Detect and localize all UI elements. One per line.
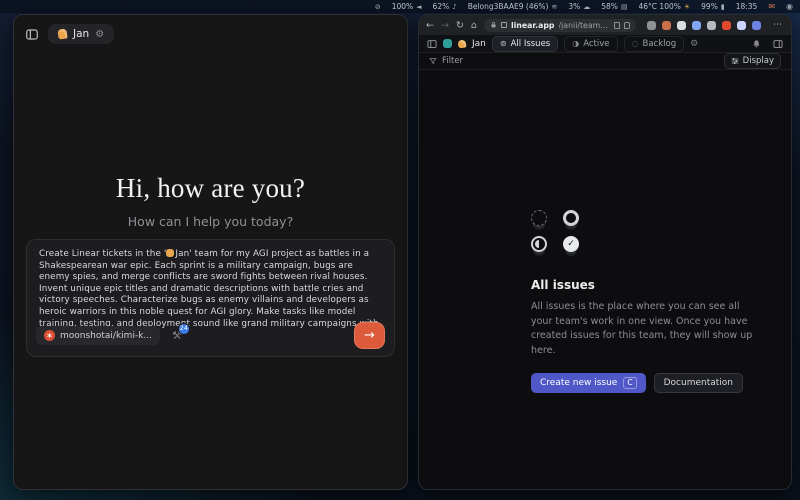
funnel-icon: [429, 57, 437, 65]
jan-app-window: Jan ⚙ Hi, how are you? How can I help yo…: [13, 14, 408, 490]
extension-icon[interactable]: [662, 21, 671, 30]
lock-icon: [490, 21, 497, 29]
display-button[interactable]: Display: [724, 53, 781, 69]
jan-header: Jan ⚙: [14, 15, 407, 53]
documentation-button[interactable]: Documentation: [654, 373, 743, 393]
linear-sidebar-toggle-icon[interactable]: [427, 39, 437, 49]
mic-icon: ♪: [452, 3, 456, 11]
sun-icon: ☀: [684, 3, 690, 11]
all-issues-icon: ⊚: [500, 39, 507, 48]
overflow-menu-icon[interactable]: ⋯: [773, 20, 782, 30]
model-selector[interactable]: ∗ moonshotai/kimi-k...: [36, 326, 160, 345]
moonshot-logo-icon: ∗: [44, 330, 55, 341]
extension-icon[interactable]: [737, 21, 746, 30]
mic-indicator[interactable]: 62%♪: [433, 2, 457, 11]
desktop: { "status_bar": { "items": [ { "label": …: [0, 0, 800, 500]
user-icon: ◉: [786, 2, 793, 11]
sliders-icon: [731, 57, 739, 65]
extension-icon[interactable]: [722, 21, 731, 30]
extension-icon[interactable]: [752, 21, 761, 30]
mail-icon: ✉: [768, 2, 775, 11]
memory-indicator[interactable]: 58%▤: [601, 2, 627, 11]
browser-toolbar: ← → ↻ ⌂ linear.app /janii/team/JANAPP/al…: [419, 15, 791, 35]
composer-toolbar: ∗ moonshotai/kimi-k... ⚒ 24 →: [36, 322, 385, 349]
list-icon: ▤: [621, 3, 628, 11]
tab-backlog[interactable]: ◌ Backlog: [624, 36, 685, 52]
greeting-subtitle: How can I help you today?: [14, 214, 407, 229]
greeting-title: Hi, how are you?: [14, 173, 407, 204]
extension-icon[interactable]: [677, 21, 686, 30]
dnd-icon: ⊘: [375, 3, 381, 11]
wave-emoji: [57, 28, 67, 39]
team-selector[interactable]: Jan ⚙: [48, 24, 114, 44]
status-in-progress-icon: [531, 236, 547, 252]
empty-state-title: All issues: [531, 278, 753, 292]
battery-indicator[interactable]: 99%▮: [701, 2, 725, 11]
reload-button[interactable]: ↻: [456, 20, 464, 31]
chat-icon[interactable]: [624, 22, 630, 29]
backlog-icon: ◌: [632, 39, 639, 48]
extensions-row: [647, 21, 761, 30]
site-settings-icon: [501, 22, 507, 28]
home-button[interactable]: ⌂: [471, 20, 477, 31]
clock[interactable]: 18:35: [736, 2, 758, 11]
status-backlog-icon: [531, 210, 547, 226]
wifi-icon: ≋: [551, 3, 557, 11]
tab-all-issues[interactable]: ⊚ All Issues: [492, 36, 558, 52]
empty-state-description: All issues is the place where you can se…: [531, 300, 753, 359]
extension-icon[interactable]: [692, 21, 701, 30]
extension-icon[interactable]: [707, 21, 716, 30]
user-tray-item[interactable]: ◉: [786, 2, 793, 11]
tab-active[interactable]: ◑ Active: [564, 36, 617, 52]
doc-icon[interactable]: [614, 22, 620, 29]
team-name: Jan: [73, 28, 89, 40]
cloud-indicator[interactable]: 3%☁: [568, 2, 590, 11]
mail-tray-item[interactable]: ✉: [768, 2, 775, 11]
chat-composer[interactable]: Create Linear tickets in the 'Jan' team …: [26, 239, 395, 357]
back-button[interactable]: ←: [426, 20, 434, 31]
tools-count-badge: 24: [178, 323, 190, 335]
system-tray: ⊘ 100%◄ 62%♪ Belong3BAAE9 (46%)≋ 3%☁ 58%…: [0, 0, 800, 13]
filter-button[interactable]: Filter: [429, 56, 463, 66]
empty-state-buttons: Create new issue C Documentation: [531, 373, 753, 393]
status-icons-grid: ✓: [531, 210, 753, 262]
active-icon: ◑: [572, 39, 579, 48]
filter-bar: Filter Display: [419, 53, 791, 70]
forward-button[interactable]: →: [441, 20, 449, 31]
temperature-indicator[interactable]: 46°C 100%☀: [639, 2, 691, 11]
empty-state: ✓ All issues All issues is the place whe…: [531, 210, 753, 393]
model-name: moonshotai/kimi-k...: [60, 331, 152, 341]
linear-content: ✓ All issues All issues is the place whe…: [419, 70, 791, 490]
right-panel-toggle-icon[interactable]: [773, 39, 783, 49]
cloud-icon: ☁: [583, 3, 590, 11]
url-host: linear.app: [511, 21, 555, 30]
greeting-block: Hi, how are you? How can I help you toda…: [14, 173, 407, 229]
volume-indicator[interactable]: 100%◄: [392, 2, 422, 11]
notifications-bell-icon[interactable]: [752, 39, 761, 49]
tools-button[interactable]: ⚒ 24: [172, 329, 182, 342]
linear-team-name[interactable]: Jan: [472, 39, 486, 49]
url-path: /janii/team/JANAPP/all: [559, 21, 610, 30]
status-todo-icon: [563, 210, 579, 226]
sidebar-toggle-icon[interactable]: [25, 28, 39, 41]
view-options-icon[interactable]: ⚙: [690, 39, 698, 49]
linear-header-right: [752, 39, 783, 49]
linear-header: Jan ⊚ All Issues ◑ Active ◌ Backlog ⚙: [419, 35, 791, 53]
wifi-indicator[interactable]: Belong3BAAE9 (46%)≋: [468, 2, 558, 11]
wave-emoji: [166, 249, 174, 257]
speaker-icon: ◄: [416, 3, 421, 11]
shortcut-badge: C: [623, 377, 636, 389]
browser-window: ← → ↻ ⌂ linear.app /janii/team/JANAPP/al…: [418, 14, 792, 490]
create-new-issue-button[interactable]: Create new issue C: [531, 373, 646, 393]
battery-icon: ▮: [721, 3, 725, 11]
address-bar[interactable]: linear.app /janii/team/JANAPP/all: [484, 19, 636, 32]
send-arrow-icon: →: [364, 328, 375, 343]
gear-icon[interactable]: ⚙: [95, 29, 104, 40]
dnd-indicator[interactable]: ⊘: [375, 3, 381, 11]
wave-emoji: [457, 39, 466, 48]
send-button[interactable]: →: [354, 322, 385, 349]
extension-icon[interactable]: [647, 21, 656, 30]
status-done-icon: ✓: [563, 236, 579, 252]
team-avatar[interactable]: [443, 39, 452, 48]
